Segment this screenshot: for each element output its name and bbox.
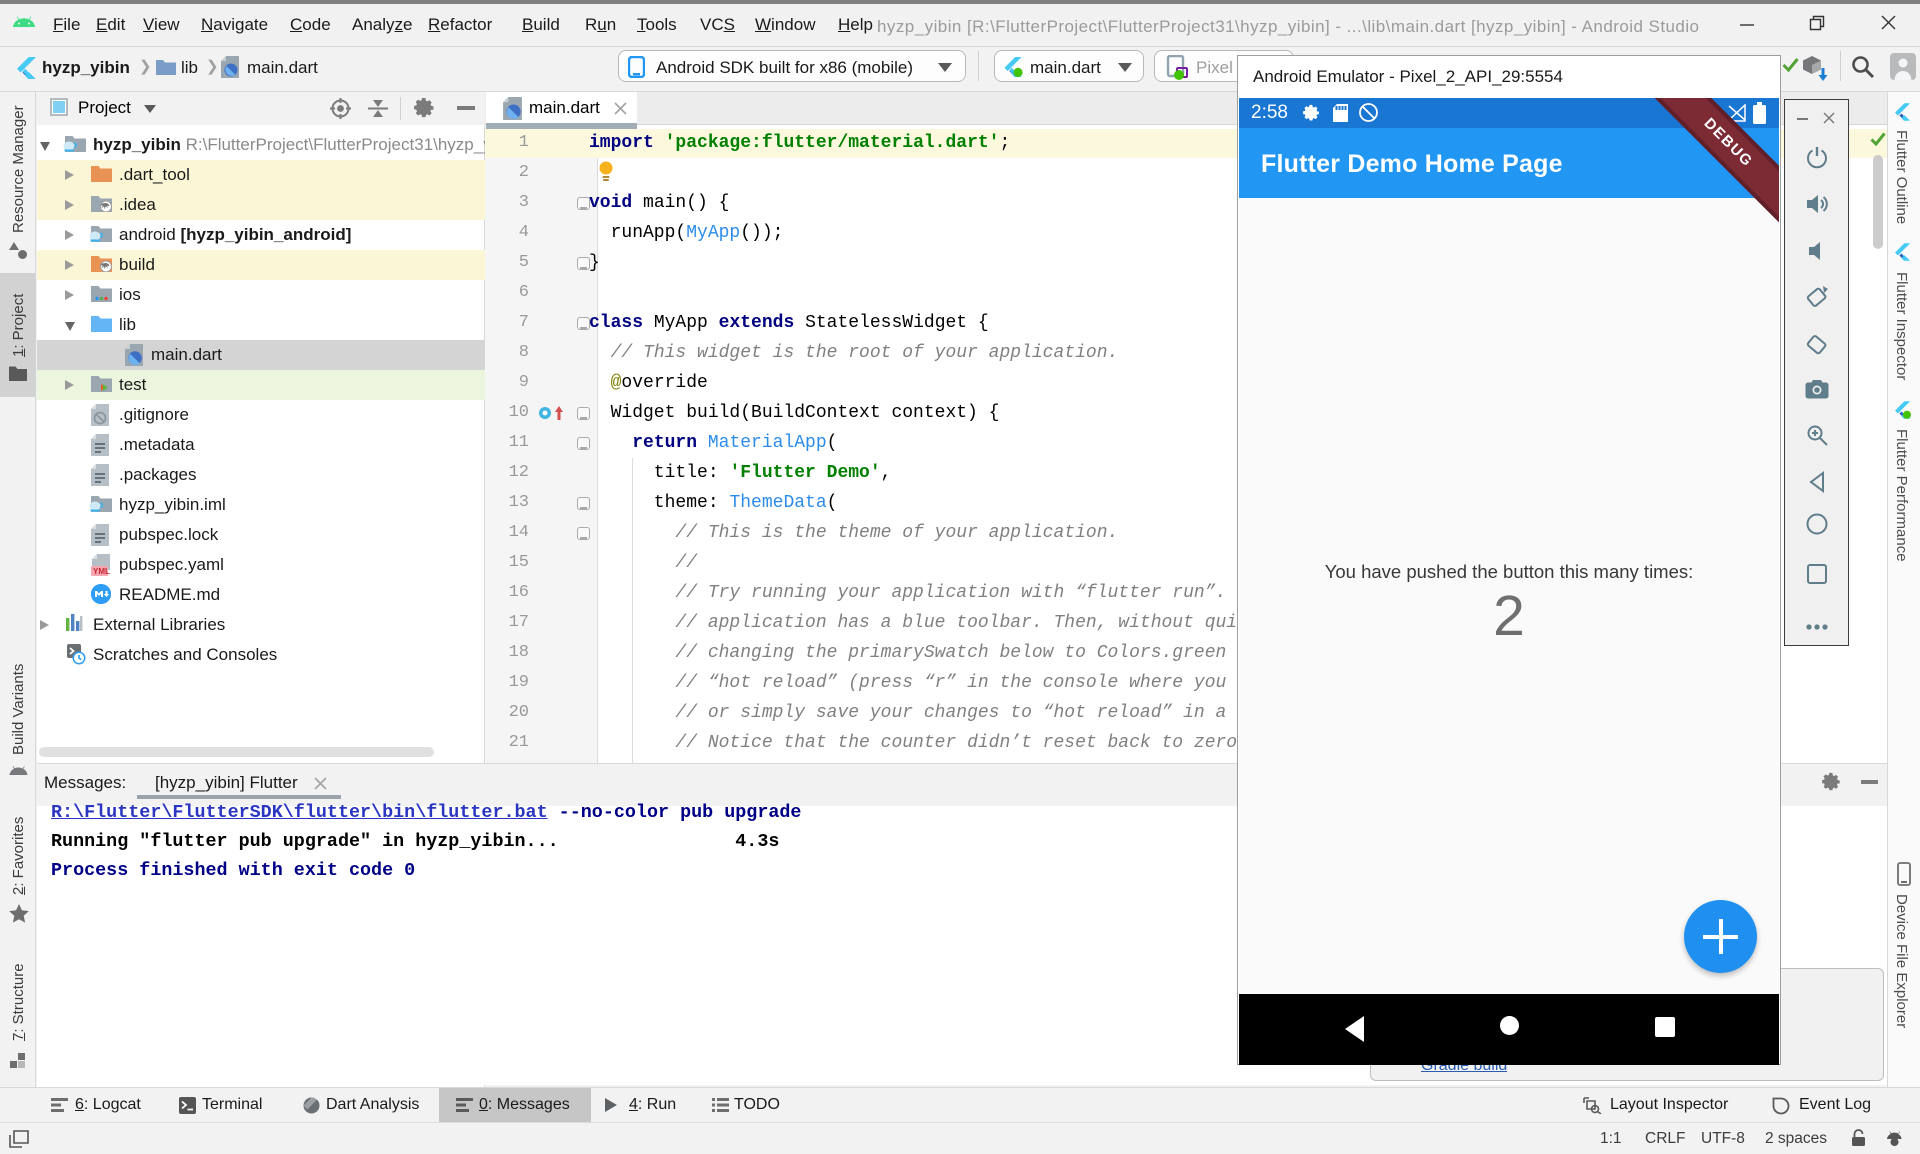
svg-text:YML: YML bbox=[93, 567, 110, 576]
